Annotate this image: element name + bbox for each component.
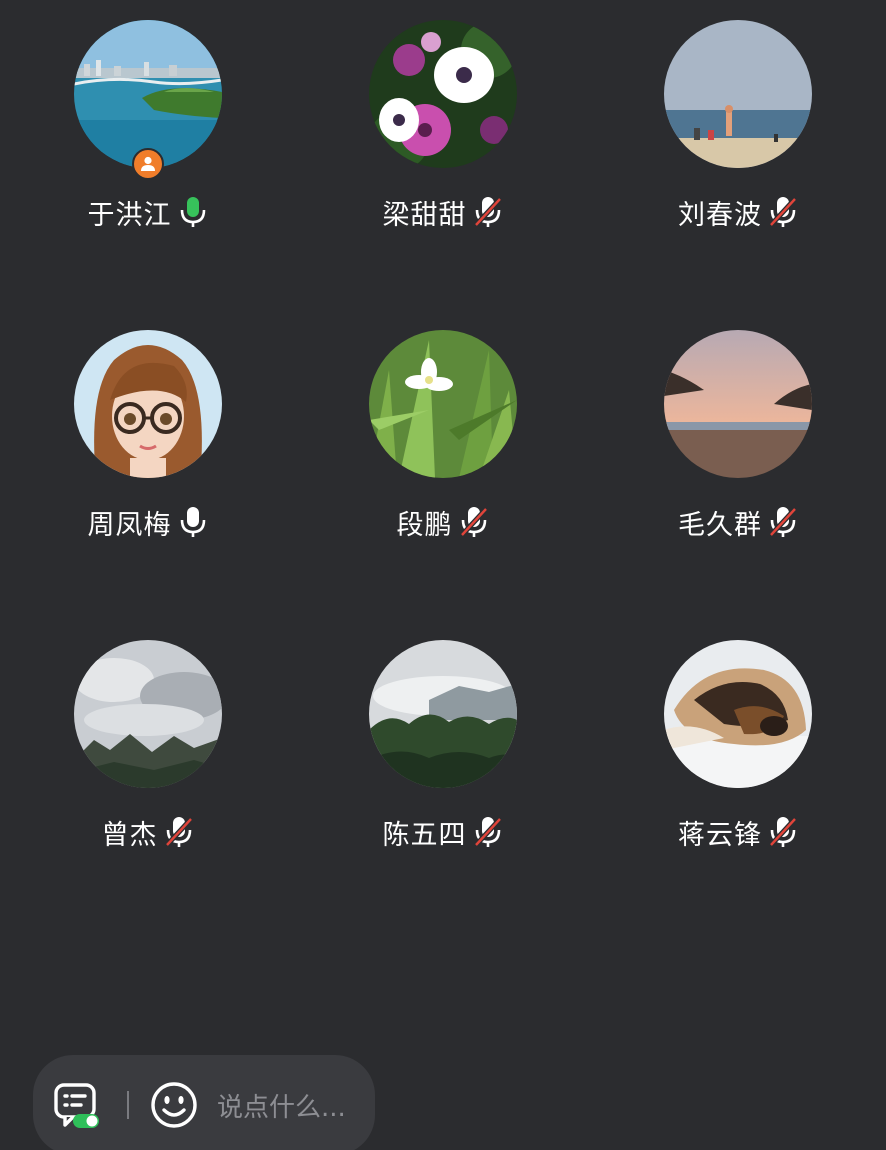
- member-name-row: 陈五四: [383, 812, 503, 852]
- emoji-icon[interactable]: [149, 1080, 199, 1130]
- mic-off-icon[interactable]: [768, 505, 798, 539]
- sunset-beach-photo: [664, 330, 812, 478]
- lake-city-photo: [73, 20, 222, 168]
- member-name-row: 刘春波: [678, 192, 798, 232]
- mic-off-icon[interactable]: [459, 505, 489, 539]
- mic-on-icon[interactable]: [178, 505, 208, 539]
- member-name: 刘春波: [678, 199, 762, 231]
- member-tile[interactable]: 段鹏: [295, 330, 590, 640]
- avatar[interactable]: [73, 640, 222, 788]
- member-tile[interactable]: 刘春波: [590, 20, 886, 330]
- mic-on-icon[interactable]: [178, 195, 208, 229]
- avatar[interactable]: [664, 640, 812, 788]
- member-name-row: 梁甜甜: [383, 192, 503, 232]
- member-tile[interactable]: 梁甜甜: [295, 20, 590, 330]
- member-name-row: 周凤梅: [88, 502, 208, 542]
- member-tile[interactable]: 蒋云锋: [590, 640, 886, 950]
- member-name-row: 蒋云锋: [678, 812, 798, 852]
- misty-forest-photo: [368, 640, 517, 788]
- member-tile[interactable]: 周凤梅: [0, 330, 295, 640]
- member-name: 蒋云锋: [678, 819, 762, 851]
- divider: [127, 1091, 129, 1119]
- mic-off-icon[interactable]: [164, 815, 194, 849]
- white-flower-grass-photo: [368, 330, 517, 478]
- chat-input-bar[interactable]: 说点什么...: [33, 1055, 375, 1150]
- member-tile[interactable]: 毛久群: [590, 330, 886, 640]
- mic-off-icon[interactable]: [473, 815, 503, 849]
- member-grid: 于洪江 梁甜甜 刘春波 周凤梅 段鹏 毛久群 曾杰 陈五四 蒋云锋: [0, 20, 886, 950]
- member-name: 毛久群: [678, 509, 762, 541]
- mic-off-icon[interactable]: [768, 815, 798, 849]
- cartoon-girl-glasses: [73, 330, 222, 478]
- member-name-row: 曾杰: [102, 812, 194, 852]
- beach-people-photo: [664, 20, 812, 168]
- member-name: 曾杰: [101, 819, 158, 851]
- avatar[interactable]: [73, 330, 222, 478]
- meeting-screen: 于洪江 梁甜甜 刘春波 周凤梅 段鹏 毛久群 曾杰 陈五四 蒋云锋 说点什么..…: [0, 0, 886, 1150]
- mic-off-icon[interactable]: [473, 195, 503, 229]
- member-name-row: 段鹏: [397, 502, 489, 542]
- member-tile[interactable]: 陈五四: [295, 640, 590, 950]
- member-tile[interactable]: 曾杰: [0, 640, 295, 950]
- member-name: 周凤梅: [87, 509, 172, 541]
- member-name-row: 于洪江: [88, 192, 208, 232]
- member-name: 梁甜甜: [382, 199, 467, 231]
- member-tile[interactable]: 于洪江: [0, 20, 295, 330]
- pink-white-flowers-photo: [368, 20, 517, 168]
- chat-input-placeholder[interactable]: 说点什么...: [217, 1087, 346, 1124]
- avatar[interactable]: [368, 20, 517, 168]
- avatar[interactable]: [664, 20, 812, 168]
- sleeping-dog-photo: [664, 640, 812, 788]
- host-badge: [131, 148, 164, 180]
- avatar[interactable]: [73, 20, 222, 180]
- cloudy-mountains-photo: [73, 640, 222, 788]
- avatar[interactable]: [368, 640, 517, 788]
- avatar[interactable]: [664, 330, 812, 478]
- chat-toggle-icon[interactable]: [53, 1081, 101, 1129]
- member-name-row: 毛久群: [678, 502, 798, 542]
- member-name: 段鹏: [396, 509, 453, 541]
- member-name: 陈五四: [382, 819, 467, 851]
- avatar[interactable]: [368, 330, 517, 478]
- member-name: 于洪江: [87, 199, 172, 231]
- person-icon: [140, 156, 155, 171]
- mic-off-icon[interactable]: [768, 195, 798, 229]
